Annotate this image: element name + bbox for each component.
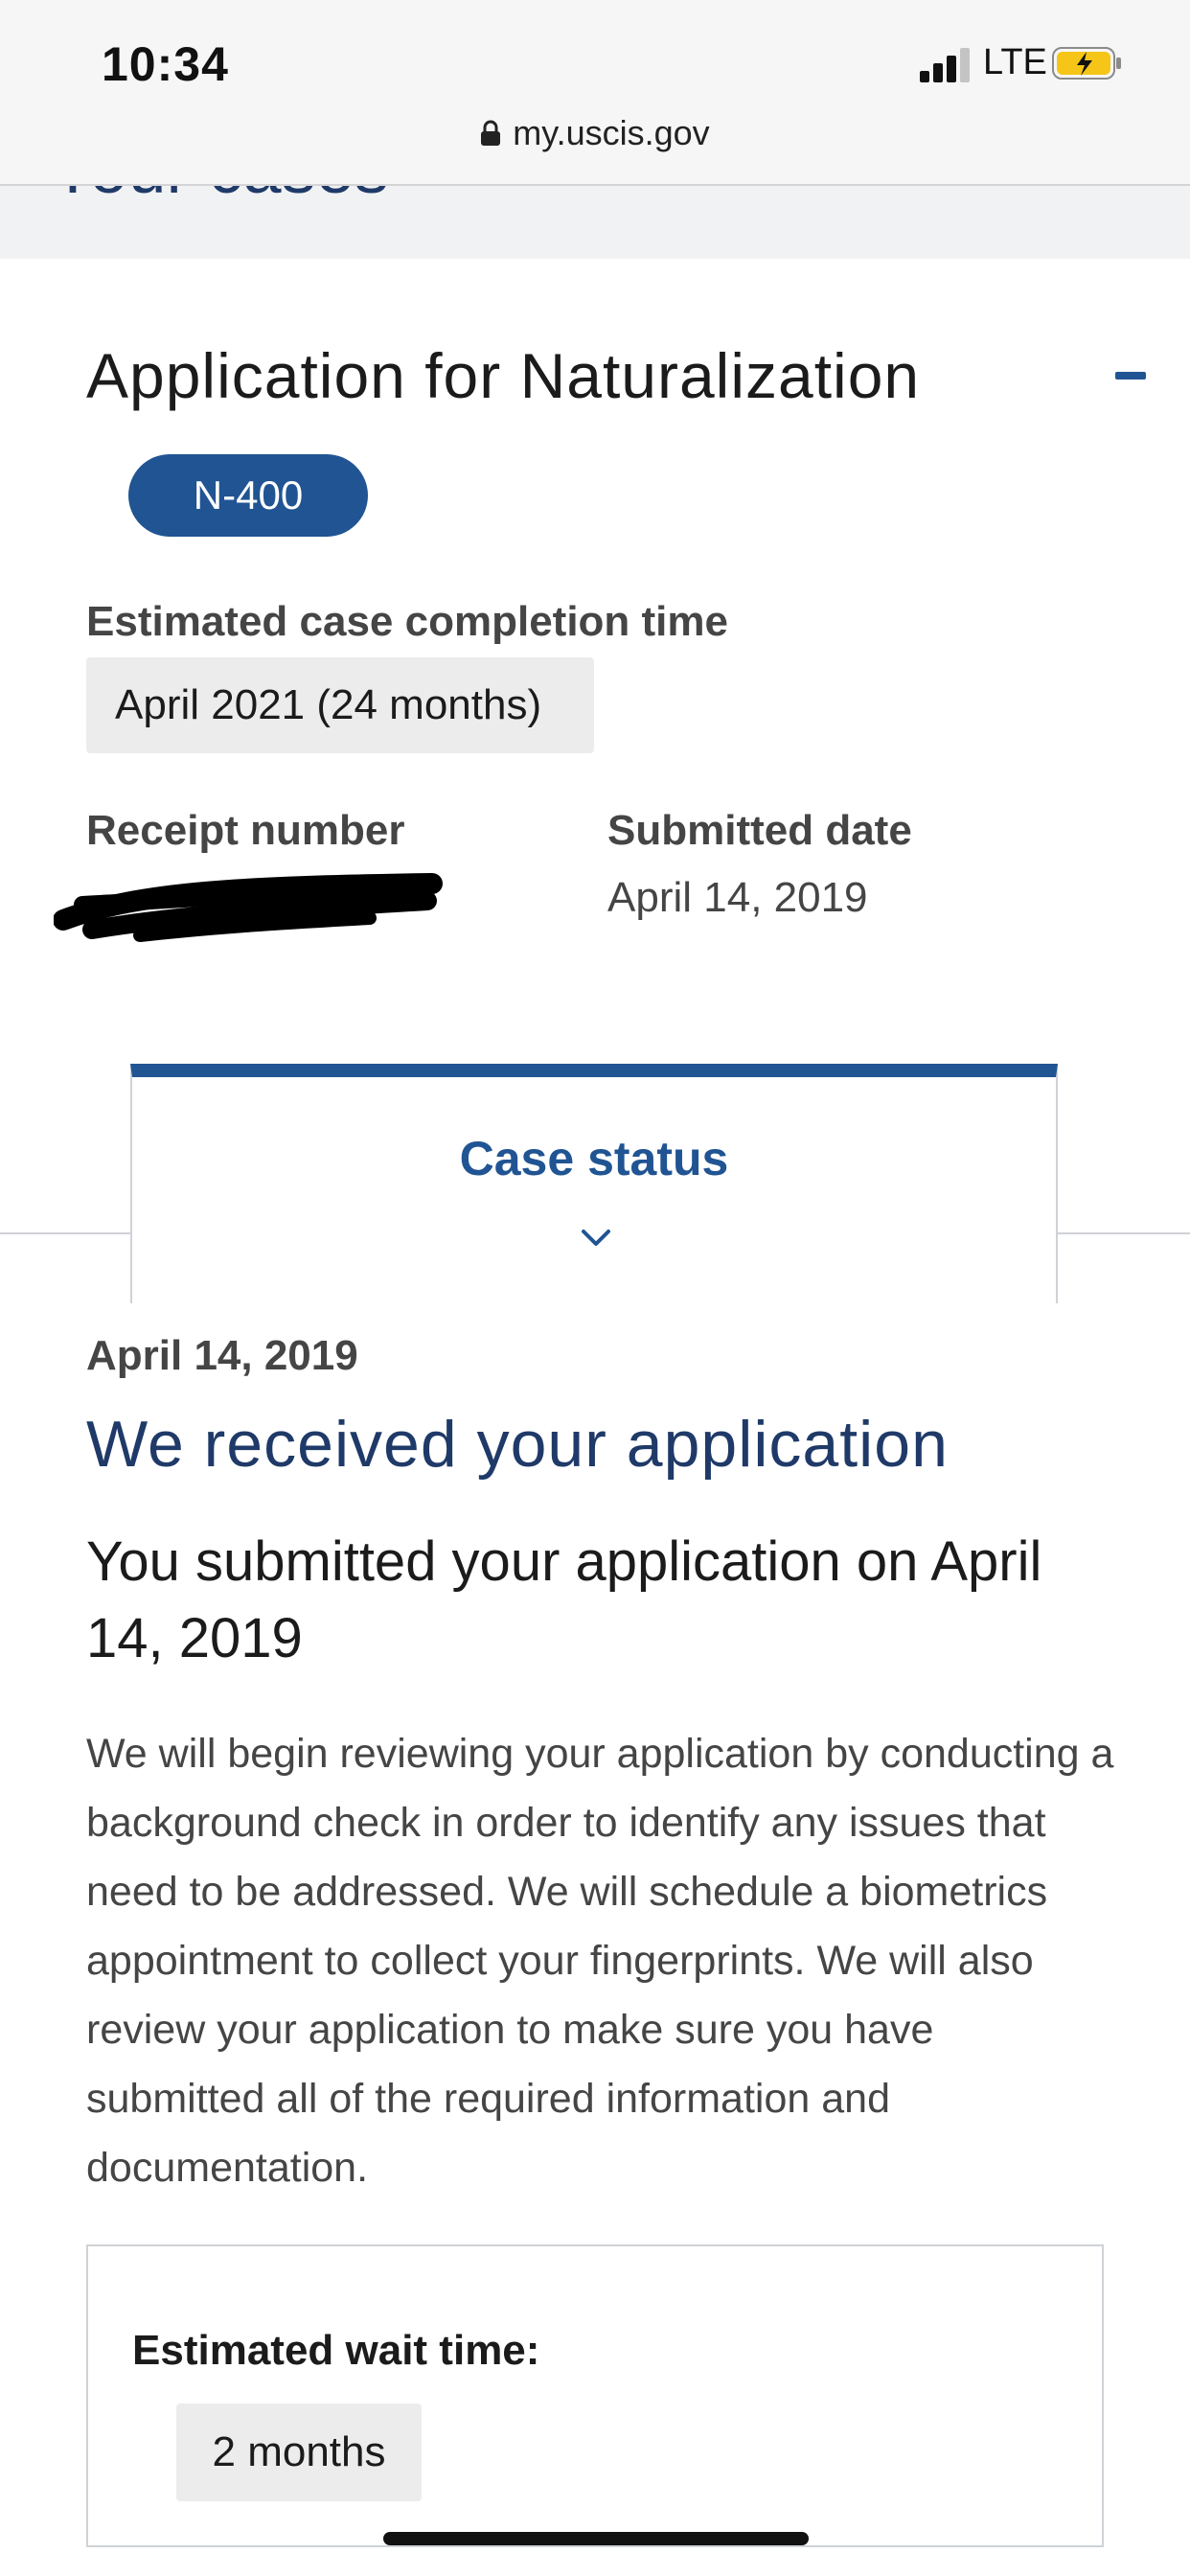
battery-charging-icon [1052,47,1121,80]
tab-case-status-label: Case status [459,1132,729,1185]
status-description: We will begin reviewing your application… [86,1731,1114,2191]
completion-time-label: Estimated case completion time [86,598,728,645]
submitted-date-value: April 14, 2019 [607,874,868,921]
form-type-badge: N-400 [128,454,368,537]
wait-time-box: Estimated wait time: 2 months [86,2244,1104,2547]
receipt-number-label: Receipt number [86,807,405,854]
tab-case-status[interactable]: Case status [130,1064,1058,1303]
status-time: 10:34 [102,37,229,91]
network-type: LTE [983,42,1047,82]
status-heading: We received your application [86,1408,949,1481]
address-bar[interactable]: my.uscis.gov [0,113,1190,153]
submitted-date-label: Submitted date [607,807,912,854]
url-text: my.uscis.gov [513,113,710,152]
chevron-down-icon [582,1230,610,1246]
status-subheading: You submitted your application on April … [86,1530,1042,1669]
completion-time-value: April 2021 (24 months) [86,657,594,753]
home-indicator[interactable] [383,2532,809,2545]
wait-time-value: 2 months [176,2404,422,2501]
receipt-number-redaction [54,873,443,942]
wait-time-label: Estimated wait time: [132,2327,540,2374]
collapse-minus-icon[interactable] [1115,372,1146,380]
status-date: April 14, 2019 [86,1332,358,1379]
lock-icon [481,120,501,146]
case-title: Application for Naturalization [86,340,921,411]
signal-icon [920,48,972,82]
browser-top-bar: 10:34 LTE my.uscis.gov [0,0,1190,186]
